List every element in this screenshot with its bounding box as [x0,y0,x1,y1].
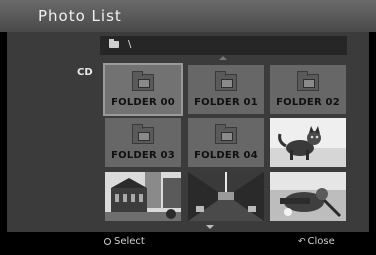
enter-button-icon [104,238,111,245]
folder-icon [297,71,319,91]
window-title: Photo List [38,7,122,25]
photo-thumbnail-tunnel[interactable] [188,172,264,221]
folder-tile[interactable]: FOLDER 00 [103,63,183,116]
path-bar: \ [100,36,347,55]
photo-thumbnail-building[interactable] [105,172,181,221]
folder-tile[interactable]: FOLDER 03 [105,118,181,167]
folder-tile[interactable]: FOLDER 02 [270,65,346,114]
close-label: Close [307,236,335,247]
select-hint[interactable]: Select [104,236,145,247]
folder-label: FOLDER 01 [194,97,258,108]
select-label: Select [114,236,145,247]
folder-icon [215,71,237,91]
folder-tile[interactable]: FOLDER 04 [188,118,264,167]
scroll-up-arrow-icon[interactable] [219,56,227,60]
photo-thumbnail-sports[interactable] [270,172,346,221]
close-hint[interactable]: ↶ Close [298,236,335,247]
scroll-down-arrow-icon[interactable] [206,225,214,229]
folder-label: FOLDER 00 [111,97,175,108]
folder-label: FOLDER 04 [194,150,258,161]
folder-icon [215,124,237,144]
photo-thumbnail-cat[interactable] [270,118,346,167]
source-label[interactable]: CD [77,67,93,78]
folder-label: FOLDER 02 [276,97,340,108]
title-bar: Photo List [0,0,376,32]
folder-icon [132,124,154,144]
folder-icon [132,71,154,91]
current-path: \ [128,39,132,50]
source-column [7,32,97,232]
folder-icon [109,39,119,48]
folder-label: FOLDER 03 [111,150,175,161]
return-icon: ↶ [298,237,306,247]
folder-tile[interactable]: FOLDER 01 [188,65,264,114]
